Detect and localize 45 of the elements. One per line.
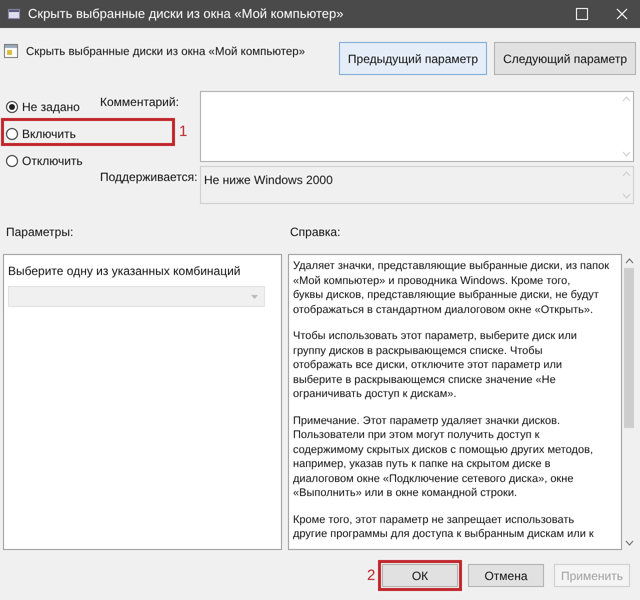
supported-label: Поддерживается: — [100, 169, 198, 186]
window-icon — [8, 8, 20, 20]
radio-button[interactable] — [6, 155, 18, 167]
radio-button[interactable] — [6, 128, 18, 140]
annotation-number: 1 — [179, 122, 188, 142]
maximize-icon[interactable] — [576, 8, 588, 20]
parameters-label: Параметры: — [6, 224, 74, 240]
help-text-line: содержимому скрытых дисков с помощью других методов, — [293, 442, 594, 457]
help-label: Справка: — [290, 224, 340, 240]
nav-button[interactable]: Предыдущий параметр — [338, 42, 488, 75]
help-text-line: например, указав путь к папке на скрытом диске в — [293, 457, 552, 472]
parameters-prompt: Выберите одну из указанных комбинаций — [8, 263, 242, 280]
help-text-line: диалоговом окне «Подключение сетевого диска», окне — [293, 472, 574, 486]
help-text-line: другие программы для доступа к выбранным дискам или к — [293, 527, 595, 542]
window-title: Скрыть выбранные диски из окна «Мой компьютер» — [28, 5, 344, 24]
dialog-button[interactable]: Отмена — [468, 564, 544, 587]
policy-title: Скрыть выбранные диски из окна «Мой компьютер» — [26, 45, 306, 60]
radio-option[interactable]: Включить — [6, 125, 76, 143]
help-text-line: Кроме того, этот параметр не запрещает использовать — [293, 512, 576, 527]
help-text-line: Удаляет значки, представляющие выбранные диски, из папок — [293, 259, 610, 274]
help-text-line: «Выполнить» или в окне командной строки. — [293, 486, 518, 500]
radio-button[interactable] — [6, 101, 18, 113]
help-text-line: Пользователи при этом могут получить доступ к — [293, 428, 540, 442]
policy-icon — [4, 44, 18, 58]
nav-button[interactable]: Следующий параметр — [494, 42, 636, 75]
scrollbar-thumb[interactable] — [624, 268, 634, 428]
help-text-line: группу дисков в раскрывающемся списке. Чтобы — [293, 344, 544, 358]
comment-label: Комментарий: — [100, 94, 180, 111]
radio-option[interactable]: Отключить — [6, 152, 83, 170]
help-text-line: выберите в раскрывающемся списке значение «Не — [293, 372, 557, 387]
supported-value: Не ниже Windows 2000 — [203, 172, 334, 190]
scroll-down-icon[interactable] — [624, 540, 634, 546]
dialog-button[interactable]: ОК — [382, 564, 458, 587]
scroll-up-icon[interactable] — [624, 258, 634, 264]
help-text-line: «Мой компьютер» и проводника Windows. Кроме того, — [293, 274, 572, 288]
close-icon[interactable] — [616, 8, 628, 20]
help-text-line: буквы дисков, представляющие выбранные диски, не будут — [293, 288, 600, 302]
radio-option[interactable]: Не задано — [6, 98, 80, 116]
help-text-line: отображать все диски, отключите этот параметр или — [293, 358, 564, 372]
help-text-line: Чтобы использовать этот параметр, выберите диск или — [293, 329, 578, 344]
annotation-number: 2 — [367, 566, 376, 586]
help-text-line: ограничивать доступ к дискам». — [293, 387, 458, 402]
help-text-line: Примечание. Этот параметр удаляет значки дисков. — [293, 414, 562, 428]
dropdown-caret-icon — [251, 294, 258, 298]
help-text-line: отображаться в стандартном диалоговом окне «Открыть». — [293, 302, 594, 317]
